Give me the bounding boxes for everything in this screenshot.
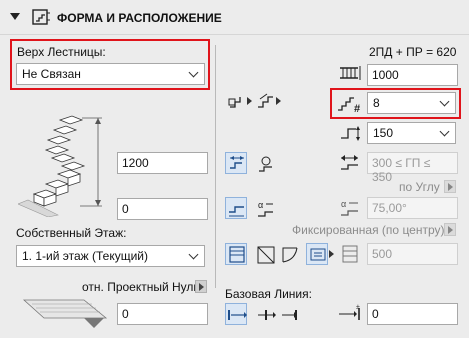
baseline-right-icon [282, 310, 297, 320]
stair-width-field: 500 [367, 243, 458, 265]
home-story-label: Собственный Этаж: [16, 226, 127, 240]
arrow-right-icon[interactable] [276, 97, 281, 105]
stair-start-button[interactable] [225, 90, 247, 112]
baseline-offset-icon: ± [339, 304, 360, 320]
chevron-down-icon [439, 126, 450, 137]
baseline-left-icon [228, 310, 247, 320]
tread-depth-icon [230, 156, 244, 169]
arrow-right-icon [448, 183, 453, 191]
stair-width-icon [342, 245, 358, 263]
shape-curved-button[interactable] [278, 243, 300, 265]
reference-level-popup-button[interactable] [195, 280, 207, 293]
stair-height-input[interactable]: 1200 [117, 152, 208, 174]
angle-mode-icon: α [258, 200, 273, 217]
svg-text:#: # [354, 103, 360, 114]
top-stair-label: Верх Лестницы: [17, 45, 106, 59]
top-stair-value: Не Связан [22, 67, 81, 81]
svg-text:α: α [258, 200, 263, 210]
shape-curved-icon [282, 247, 298, 263]
baseline-center-button[interactable] [254, 303, 276, 325]
shape-corner-icon [257, 246, 275, 264]
riser-height-value: 150 [373, 126, 394, 140]
baseline-left-button[interactable] [225, 303, 247, 325]
run-mode-button[interactable] [225, 197, 247, 219]
reference-level-illustration [22, 299, 108, 328]
section-header[interactable]: ФОРМА И РАСПОЛОЖЕНИЕ [0, 0, 469, 35]
riser-count-icon: # [338, 97, 360, 114]
stair-settings-icon [32, 9, 50, 25]
baseline-center-icon [258, 310, 276, 320]
chevron-down-icon [188, 67, 199, 78]
stair-end-button[interactable] [254, 90, 276, 112]
tread-goto-button[interactable] [254, 152, 276, 174]
stair-offset-input[interactable]: 0 [117, 198, 208, 220]
arrow-right-icon[interactable] [247, 97, 252, 105]
stair-end-icon [258, 93, 273, 108]
riser-count-value: 8 [373, 96, 380, 110]
arrow-right-icon [199, 283, 204, 291]
tread-length-icon [341, 155, 358, 170]
shape-corner-button[interactable] [254, 243, 276, 265]
run-mode-icon [229, 206, 244, 217]
baseline-label: Базовая Линия: [225, 287, 312, 301]
slope-angle-icon: α [341, 199, 358, 216]
stair-start-icon [228, 97, 241, 108]
total-rise-input[interactable]: 1000 [367, 64, 458, 86]
home-story-select[interactable]: 1. 1-ий этаж (Текущий) [16, 245, 205, 267]
chevron-down-icon [188, 249, 199, 260]
slope-angle-field: 75,00° [367, 197, 458, 219]
shape-custom-button[interactable] [306, 243, 328, 265]
svg-text:α: α [341, 199, 346, 209]
stair-formula: 2ПД + ПР = 620 [369, 45, 457, 59]
riser-count-select[interactable]: 8 [367, 92, 456, 114]
angle-mode-button[interactable]: α [254, 197, 276, 219]
svg-text:±: ± [356, 304, 360, 311]
fixed-popup-button[interactable] [444, 223, 456, 236]
section-title: ФОРМА И РАСПОЛОЖЕНИЕ [57, 11, 222, 25]
shape-straight-button[interactable] [225, 243, 247, 265]
reference-level-label: отн. Проектный Нуль [82, 280, 200, 294]
baseline-right-button[interactable] [278, 303, 300, 325]
collapse-triangle-icon[interactable] [10, 13, 20, 20]
total-rise-icon [340, 66, 361, 80]
shape-straight-icon [229, 246, 245, 263]
home-story-value: 1. 1-ий этаж (Текущий) [22, 249, 148, 263]
by-angle-label: по Углу [399, 180, 440, 194]
arrow-right-icon[interactable] [329, 250, 334, 258]
stair-height-illustration [18, 115, 102, 217]
tread-depth-mode-button[interactable] [225, 152, 247, 174]
tread-range-field: 300 ≤ ГП ≤ 350 [367, 152, 458, 184]
riser-height-select[interactable]: 150 [367, 122, 456, 144]
shape-custom-icon [310, 248, 326, 261]
chevron-down-icon [439, 96, 450, 107]
fixed-label: Фиксированная (по центру) [292, 223, 445, 237]
reference-level-input[interactable]: 0 [117, 303, 208, 325]
riser-height-icon [341, 126, 360, 141]
by-angle-popup-button[interactable] [444, 180, 456, 193]
tread-goto-icon [259, 156, 272, 172]
column-divider [215, 45, 216, 288]
arrow-right-icon [448, 226, 453, 234]
baseline-offset-input[interactable]: 0 [367, 303, 458, 325]
top-stair-select[interactable]: Не Связан [16, 63, 205, 85]
